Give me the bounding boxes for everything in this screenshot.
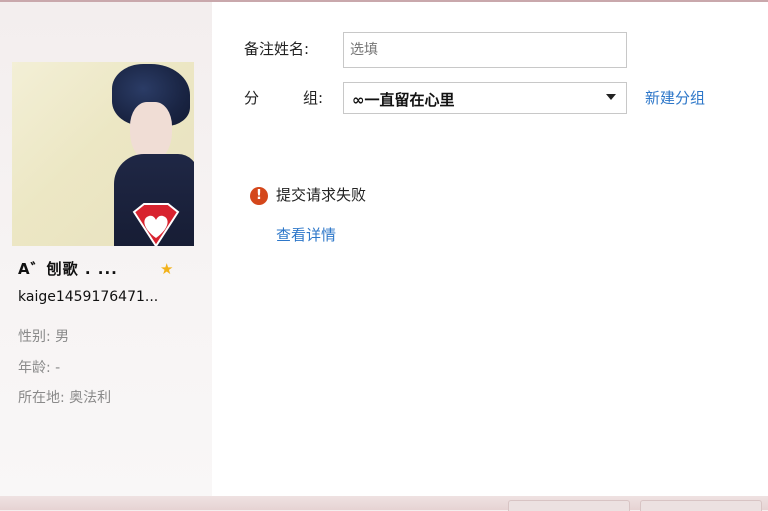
- new-group-link[interactable]: 新建分组: [645, 87, 705, 108]
- view-details-link[interactable]: 查看详情: [276, 224, 336, 245]
- group-label-part1: 分: [244, 89, 260, 107]
- contact-gender: 性别: 男: [18, 329, 70, 345]
- avatar-face: [130, 102, 172, 162]
- vip-heart-badge-icon: [132, 203, 180, 246]
- group-select[interactable]: ∞一直留在心里: [343, 82, 627, 114]
- error-message: 提交请求失败: [276, 186, 367, 204]
- footer-button-right[interactable]: [640, 500, 762, 511]
- add-friend-form-panel: [212, 2, 768, 496]
- error-icon: !: [250, 187, 268, 205]
- group-label-part2: 组:: [303, 89, 324, 107]
- contact-account: kaige1459176471...: [18, 289, 159, 305]
- star-icon[interactable]: ★: [160, 260, 173, 278]
- contact-nickname: A゛刨歌 . ...: [18, 260, 118, 278]
- remark-name-label: 备注姓名:: [244, 40, 310, 58]
- contact-location: 所在地: 奥法利: [18, 390, 112, 406]
- remark-name-input[interactable]: [343, 32, 627, 68]
- chevron-down-icon[interactable]: [606, 94, 616, 100]
- avatar: [12, 62, 194, 246]
- contact-age: 年龄: -: [18, 360, 61, 376]
- footer-button-left[interactable]: [508, 500, 630, 511]
